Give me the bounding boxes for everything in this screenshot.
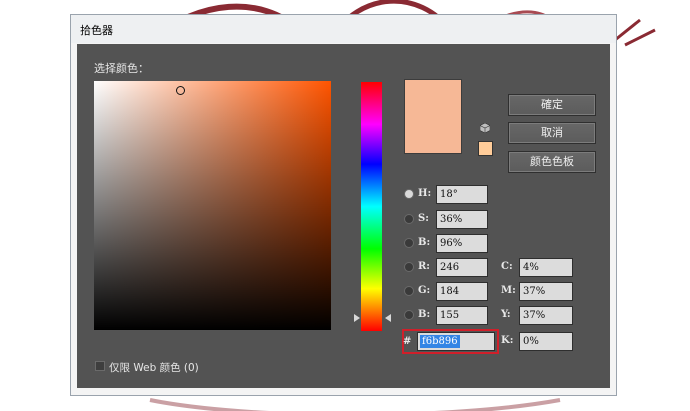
- hue-input[interactable]: 18°: [436, 185, 488, 204]
- web-colors-only-label: 仅限 Web 颜色 (0): [109, 362, 199, 374]
- web-colors-only-checkbox[interactable]: [95, 361, 105, 371]
- saturation-row: S: 36%: [404, 210, 494, 230]
- color-swatches-button[interactable]: 颜色色板: [508, 151, 596, 173]
- brightness-input[interactable]: 96%: [436, 234, 488, 253]
- brightness-radio[interactable]: [404, 238, 414, 248]
- magenta-input[interactable]: 37%: [519, 282, 573, 301]
- blue-row: B: 155: [404, 306, 494, 326]
- black-label: K:: [501, 335, 514, 346]
- hue-label: H:: [418, 188, 432, 199]
- hex-label: #: [403, 336, 412, 347]
- hex-value-selected: f6b896: [420, 335, 460, 348]
- cyan-label: C:: [501, 261, 513, 272]
- hue-slider-arrow-right[interactable]: [385, 314, 391, 322]
- window-title: 拾色器: [80, 24, 113, 37]
- red-row: R: 246: [404, 258, 494, 278]
- hue-slider-arrow-left[interactable]: [354, 314, 360, 322]
- color-picker-dialog: 拾色器 选择颜色： 確定 取消 颜色色板 H: 18° S: 36% B: 96…: [70, 14, 617, 396]
- dialog-content: 选择颜色： 確定 取消 颜色色板 H: 18° S: 36% B: 96% R:…: [77, 44, 610, 388]
- cancel-button[interactable]: 取消: [508, 122, 596, 144]
- new-color-swatch: [404, 79, 462, 154]
- title-bar[interactable]: 拾色器: [71, 15, 616, 43]
- saturation-radio[interactable]: [404, 214, 414, 224]
- green-row: G: 184: [404, 282, 494, 302]
- cube-icon[interactable]: [480, 123, 490, 133]
- black-input[interactable]: 0%: [519, 332, 573, 351]
- green-input[interactable]: 184: [436, 282, 488, 301]
- color-marker[interactable]: [176, 86, 185, 95]
- brightness-label: B:: [418, 237, 431, 248]
- blue-input[interactable]: 155: [436, 306, 488, 325]
- cyan-row: C: 4%: [501, 258, 581, 278]
- ok-button[interactable]: 確定: [508, 94, 596, 116]
- hex-input[interactable]: f6b896: [417, 332, 495, 351]
- saturation-brightness-field[interactable]: [94, 81, 331, 330]
- black-row: K: 0%: [501, 332, 581, 352]
- green-radio[interactable]: [404, 286, 414, 296]
- hue-slider[interactable]: [361, 82, 382, 331]
- select-color-label: 选择颜色：: [94, 62, 149, 75]
- web-safe-color-swatch[interactable]: [478, 141, 493, 156]
- hue-row: H: 18°: [404, 185, 494, 205]
- blue-label: B:: [418, 309, 431, 320]
- cyan-input[interactable]: 4%: [519, 258, 573, 277]
- red-radio[interactable]: [404, 262, 414, 272]
- magenta-row: M: 37%: [501, 282, 581, 302]
- saturation-label: S:: [418, 213, 429, 224]
- saturation-input[interactable]: 36%: [436, 210, 488, 229]
- green-label: G:: [418, 285, 431, 296]
- magenta-label: M:: [501, 285, 516, 296]
- yellow-row: Y: 37%: [501, 306, 581, 326]
- yellow-label: Y:: [501, 309, 511, 320]
- brightness-row: B: 96%: [404, 234, 494, 254]
- red-input[interactable]: 246: [436, 258, 488, 277]
- hue-radio[interactable]: [404, 189, 414, 199]
- blue-radio[interactable]: [404, 310, 414, 320]
- red-label: R:: [418, 261, 431, 272]
- yellow-input[interactable]: 37%: [519, 306, 573, 325]
